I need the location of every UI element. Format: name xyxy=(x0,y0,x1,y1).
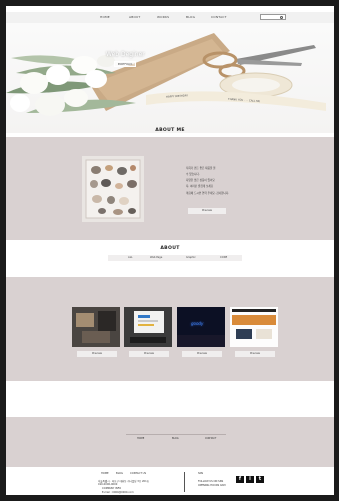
about-line-2: 수 있습니다. xyxy=(186,173,200,176)
work-neon-text: goody xyxy=(191,321,204,326)
about-line-1: 저희가 만든 좋은 제품을 볼 xyxy=(186,167,216,170)
search-input[interactable] xyxy=(260,14,286,20)
instagram-icon[interactable]: i xyxy=(246,476,254,483)
filter-tabs: ALL Web Page Graphic CODE xyxy=(108,255,242,261)
about-me-section xyxy=(6,137,334,240)
nav-about[interactable]: ABOUT xyxy=(129,15,140,19)
tab-graphic[interactable]: Graphic xyxy=(186,256,196,259)
hero-title: Web Deginer xyxy=(106,51,145,58)
footer-sns-text-1: FOLLOW US ON SNS xyxy=(198,480,224,483)
about-line-4: 자, 여러분 즐겁게 보세요 xyxy=(186,185,214,188)
hero-photo xyxy=(6,33,326,116)
work-preview-button-1[interactable]: Preview xyxy=(77,351,117,357)
facebook-icon[interactable]: f xyxy=(236,476,244,483)
footer-link-home[interactable]: HOME xyxy=(137,437,144,440)
twitter-icon[interactable]: t xyxy=(256,476,264,483)
work-preview-button-3[interactable]: Preview xyxy=(182,351,222,357)
footer-nav-home[interactable]: HOME xyxy=(101,472,109,475)
footer-sns-text-2: OPENING HOURS 9AM xyxy=(198,484,226,487)
about-preview-button[interactable]: Preview xyxy=(188,208,226,214)
footer: HOME BLOG CONTACT US 서울특별시 · 마포구 대흥동 가나빌… xyxy=(6,468,334,495)
page: HOME ABOUT WORKS BLOG CONTACT HAPPY BIRT… xyxy=(6,6,334,495)
nav-blog[interactable]: BLOG xyxy=(186,15,195,19)
footer-email: E-mail : 0000@0000.com xyxy=(102,491,134,494)
footer-nav-contact[interactable]: CONTACT US xyxy=(130,472,146,475)
work-thumb-4[interactable] xyxy=(230,307,278,347)
top-navigation: HOME ABOUT WORKS BLOG CONTACT xyxy=(6,12,334,23)
about-line-5: 마음에 드시면 연락 주세요. 감사합니다. xyxy=(186,192,230,195)
tab-all[interactable]: ALL xyxy=(128,256,133,259)
about-me-title: ABOUT ME xyxy=(155,128,185,133)
footer-sns-label: SNS xyxy=(198,472,204,475)
work-thumb-2[interactable] xyxy=(124,307,172,347)
about-title: ABOUT xyxy=(160,246,180,251)
contact-section xyxy=(6,417,334,467)
hero-banner: HAPPY BIRTHDAY THANK YOU · · · CALL ME W… xyxy=(6,23,334,133)
work-preview-button-2[interactable]: Preview xyxy=(129,351,169,357)
search-icon[interactable] xyxy=(279,15,283,19)
about-photo xyxy=(82,156,144,222)
work-thumb-1[interactable] xyxy=(72,307,120,347)
tab-web-page[interactable]: Web Page xyxy=(150,256,162,259)
tab-code[interactable]: CODE xyxy=(220,256,227,259)
footer-nav-blog[interactable]: BLOG xyxy=(116,472,123,475)
nav-works[interactable]: WORKS xyxy=(157,15,169,19)
about-line-3: 다양한 많은 상품이 있어요 xyxy=(186,179,215,182)
portfolio-button[interactable]: PORTFOLIO xyxy=(114,61,136,67)
footer-link-blog[interactable]: BLOG xyxy=(172,437,179,440)
nav-home[interactable]: HOME xyxy=(100,15,110,19)
work-preview-button-4[interactable]: Preview xyxy=(235,351,275,357)
footer-divider xyxy=(126,434,226,435)
footer-company: COMPANY INFO xyxy=(102,487,122,490)
nav-contact[interactable]: CONTACT xyxy=(211,15,227,19)
footer-link-contact[interactable]: CONTACT xyxy=(205,437,216,440)
footer-phone: 010-0000-0000 xyxy=(98,483,118,486)
work-thumb-3[interactable]: goody xyxy=(177,307,225,347)
footer-divider-vertical xyxy=(184,472,185,492)
